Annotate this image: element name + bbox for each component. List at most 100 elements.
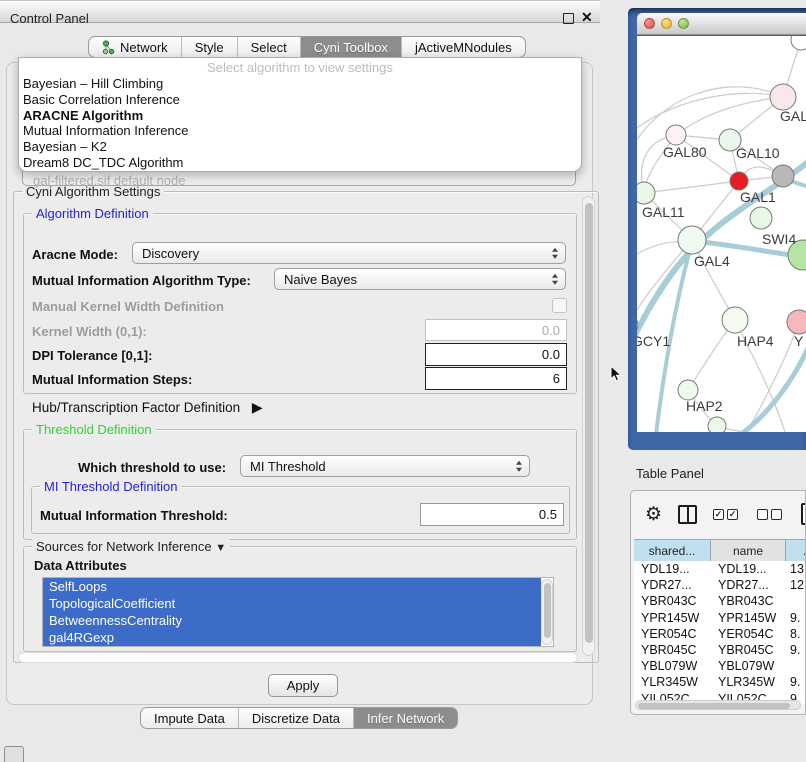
- table-cell[interactable]: YLR345W: [634, 675, 711, 689]
- table-horizontal-scrollbar[interactable]: [635, 700, 801, 710]
- mi-type-combo[interactable]: Naive Bayes: [274, 268, 566, 290]
- table-cell[interactable]: YBL079W: [634, 659, 711, 673]
- table-row[interactable]: YER054CYER054C8.: [634, 626, 806, 642]
- tab-impute-data[interactable]: Impute Data: [141, 708, 238, 728]
- table-row[interactable]: YDR27...YDR27...12: [634, 577, 806, 593]
- table-cell[interactable]: YBR043C: [711, 594, 786, 608]
- mac-close-icon[interactable]: [644, 18, 655, 29]
- mi-steps-field[interactable]: 6: [425, 367, 567, 390]
- table-cell[interactable]: YDL19...: [711, 562, 786, 576]
- table-cell[interactable]: 8.: [786, 627, 806, 641]
- network-node-gal1[interactable]: [730, 172, 748, 190]
- table-row[interactable]: YPR145WYPR145W9.: [634, 610, 806, 626]
- scrollbar-thumb[interactable]: [544, 583, 551, 638]
- table-row[interactable]: YDL19...YDL19...13: [634, 561, 806, 577]
- data-attribute-item[interactable]: BetweennessCentrality: [43, 612, 541, 629]
- show-columns-icon[interactable]: ✓ ✓: [713, 509, 741, 520]
- collapse-arrow-icon[interactable]: ▼: [215, 542, 226, 554]
- network-node-hap2[interactable]: [678, 380, 698, 400]
- dpi-tolerance-field[interactable]: 0.0: [425, 343, 567, 366]
- data-attribute-item[interactable]: TopologicalCoefficient: [43, 595, 541, 612]
- table-cell[interactable]: YER054C: [634, 627, 711, 641]
- scrollbar-thumb[interactable]: [585, 203, 593, 643]
- kernel-width-field[interactable]: 0.0: [425, 319, 567, 341]
- network-node-gal80[interactable]: [666, 125, 686, 145]
- algorithm-option[interactable]: Dream8 DC_TDC Algorithm: [19, 155, 581, 171]
- network-node[interactable]: [772, 165, 794, 187]
- hide-columns-icon[interactable]: [757, 509, 785, 520]
- mac-zoom-icon[interactable]: [678, 18, 689, 29]
- table-cell[interactable]: 9.: [786, 643, 806, 657]
- table-cell[interactable]: YBR045C: [711, 643, 786, 657]
- table-cell[interactable]: YDR27...: [634, 578, 711, 592]
- algorithm-option[interactable]: Bayesian – K2: [19, 139, 581, 155]
- tab-infer-network[interactable]: Infer Network: [353, 708, 457, 728]
- data-attributes-list[interactable]: SelfLoopsTopologicalCoefficientBetweenne…: [42, 577, 554, 647]
- table-row[interactable]: YBR045CYBR045C9.: [634, 642, 806, 658]
- column-header[interactable]: shared...: [634, 540, 711, 562]
- apply-button[interactable]: Apply: [268, 674, 338, 697]
- mi-threshold-field[interactable]: 0.5: [420, 503, 564, 526]
- aracne-mode-combo[interactable]: Discovery: [132, 242, 566, 264]
- settings-horizontal-scrollbar[interactable]: [18, 652, 578, 663]
- float-window-icon[interactable]: [563, 13, 574, 24]
- node-label: GCY1: [637, 333, 670, 349]
- manual-kernel-checkbox[interactable]: [552, 298, 567, 313]
- table-cell[interactable]: YBL079W: [711, 659, 786, 673]
- table-cell[interactable]: 12: [786, 578, 806, 592]
- gear-icon[interactable]: ⚙: [645, 505, 662, 524]
- network-node-swi4[interactable]: [750, 207, 772, 229]
- settings-vertical-scrollbar[interactable]: [582, 196, 595, 656]
- table-cell[interactable]: YPR145W: [711, 611, 786, 625]
- tab-cyni-toolbox[interactable]: Cyni Toolbox: [300, 37, 401, 57]
- algorithm-option[interactable]: ARACNE Algorithm: [19, 108, 581, 124]
- data-attribute-item[interactable]: SelfLoops: [43, 578, 541, 595]
- tab-discretize-data[interactable]: Discretize Data: [238, 708, 353, 728]
- network-node-hap4[interactable]: [722, 307, 748, 333]
- table-cell[interactable]: 9.: [786, 611, 806, 625]
- network-node[interactable]: [791, 36, 806, 50]
- unchecked-box-icon: [771, 509, 782, 520]
- list-vertical-scrollbar[interactable]: [541, 579, 553, 645]
- table-row[interactable]: YBR043CYBR043C: [634, 593, 806, 609]
- network-canvas[interactable]: GALGAL80GAL10GAL1GAL11SWI4GAL4GCY1HAP4YH…: [637, 36, 806, 432]
- table-cell[interactable]: 9.: [786, 675, 806, 689]
- tab-jactivemnodules[interactable]: jActiveMNodules: [401, 37, 525, 57]
- table-cell[interactable]: YDR27...: [711, 578, 786, 592]
- network-node-y[interactable]: [787, 310, 806, 334]
- table-cell[interactable]: 13: [786, 562, 806, 576]
- table-cell[interactable]: YPR145W: [634, 611, 711, 625]
- network-node-gal11[interactable]: [637, 182, 655, 204]
- table-cell[interactable]: YDL19...: [634, 562, 711, 576]
- table-cell[interactable]: YBR043C: [634, 594, 711, 608]
- column-header[interactable]: name: [711, 540, 786, 562]
- export-table-icon[interactable]: [801, 503, 806, 525]
- columns-icon[interactable]: [678, 505, 697, 524]
- minimized-panel-icon[interactable]: [4, 746, 24, 762]
- algorithm-option[interactable]: Mutual Information Inference: [19, 123, 581, 139]
- hub-definition-toggle[interactable]: Hub/Transcription Factor Definition ▶: [32, 399, 263, 416]
- close-icon[interactable]: ✕: [581, 9, 593, 26]
- algorithm-option[interactable]: Basic Correlation Inference: [19, 92, 581, 108]
- network-view-window[interactable]: GALGAL80GAL10GAL1GAL11SWI4GAL4GCY1HAP4YH…: [628, 8, 806, 450]
- table-cell[interactable]: YBR045C: [634, 643, 711, 657]
- algorithm-option[interactable]: Bayesian – Hill Climbing: [19, 76, 581, 92]
- column-header[interactable]: A: [786, 540, 806, 562]
- tab-style[interactable]: Style: [181, 37, 237, 57]
- network-node[interactable]: [708, 417, 726, 432]
- data-attribute-item[interactable]: gal4RGexp: [43, 629, 541, 646]
- tab-select[interactable]: Select: [237, 37, 300, 57]
- tab-label: jActiveMNodules: [415, 40, 512, 55]
- network-window-titlebar[interactable]: [637, 13, 806, 35]
- network-node-gal[interactable]: [770, 84, 796, 110]
- mac-minimize-icon[interactable]: [661, 18, 672, 29]
- which-threshold-combo[interactable]: MI Threshold: [240, 455, 530, 477]
- table-cell[interactable]: YLR345W: [711, 675, 786, 689]
- expand-arrow-icon[interactable]: ▶: [252, 399, 263, 415]
- table-row[interactable]: YBL079WYBL079W: [634, 658, 806, 674]
- table-row[interactable]: YLR345WYLR345W9.: [634, 674, 806, 690]
- table-cell[interactable]: YER054C: [711, 627, 786, 641]
- scrollbar-thumb[interactable]: [638, 703, 790, 709]
- network-node-gal4[interactable]: [678, 226, 706, 254]
- tab-network[interactable]: Network: [89, 37, 181, 57]
